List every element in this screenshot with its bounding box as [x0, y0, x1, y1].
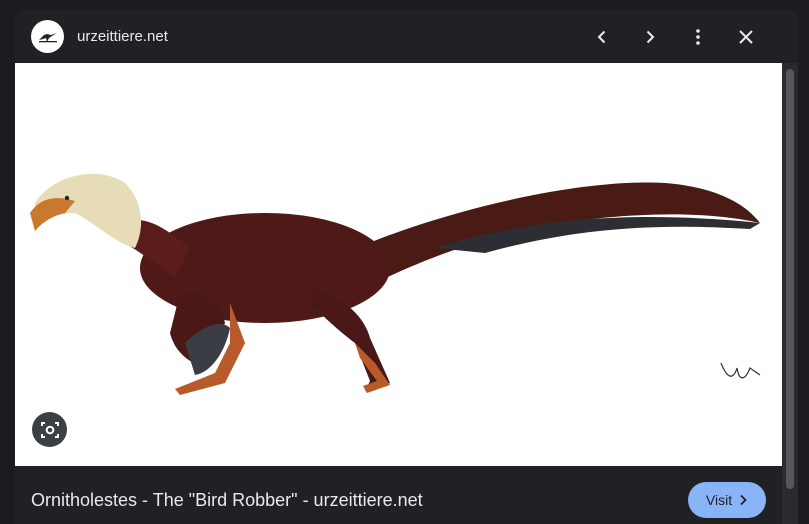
previous-button[interactable] [588, 23, 616, 51]
image-title[interactable]: Ornitholestes - The "Bird Robber" - urze… [31, 490, 423, 511]
scrollbar[interactable] [782, 63, 798, 524]
close-icon [739, 30, 753, 44]
dinosaur-logo-icon [38, 32, 57, 42]
next-button[interactable] [636, 23, 664, 51]
more-options-button[interactable] [684, 23, 712, 51]
more-vert-icon [696, 29, 700, 45]
preview-header: urzeittiere.net [15, 10, 798, 63]
lens-search-icon [40, 421, 59, 438]
chevron-left-icon [597, 30, 606, 44]
visit-button[interactable]: Visit [688, 482, 766, 518]
dinosaur-illustration [30, 173, 761, 395]
site-name[interactable]: urzeittiere.net [77, 28, 168, 45]
close-button[interactable] [732, 23, 760, 51]
preview-image[interactable] [15, 63, 782, 466]
chevron-right-icon [646, 30, 655, 44]
visit-label: Visit [705, 492, 733, 508]
image-preview-panel: urzeittiere.net Ornitholestes - The "Bir… [15, 10, 798, 524]
chevron-right-icon [740, 494, 747, 506]
scrollbar-thumb[interactable] [786, 69, 794, 489]
caption-bar: Ornitholestes - The "Bird Robber" - urze… [15, 466, 782, 524]
site-favicon[interactable] [31, 20, 64, 53]
lens-search-button[interactable] [32, 412, 67, 447]
